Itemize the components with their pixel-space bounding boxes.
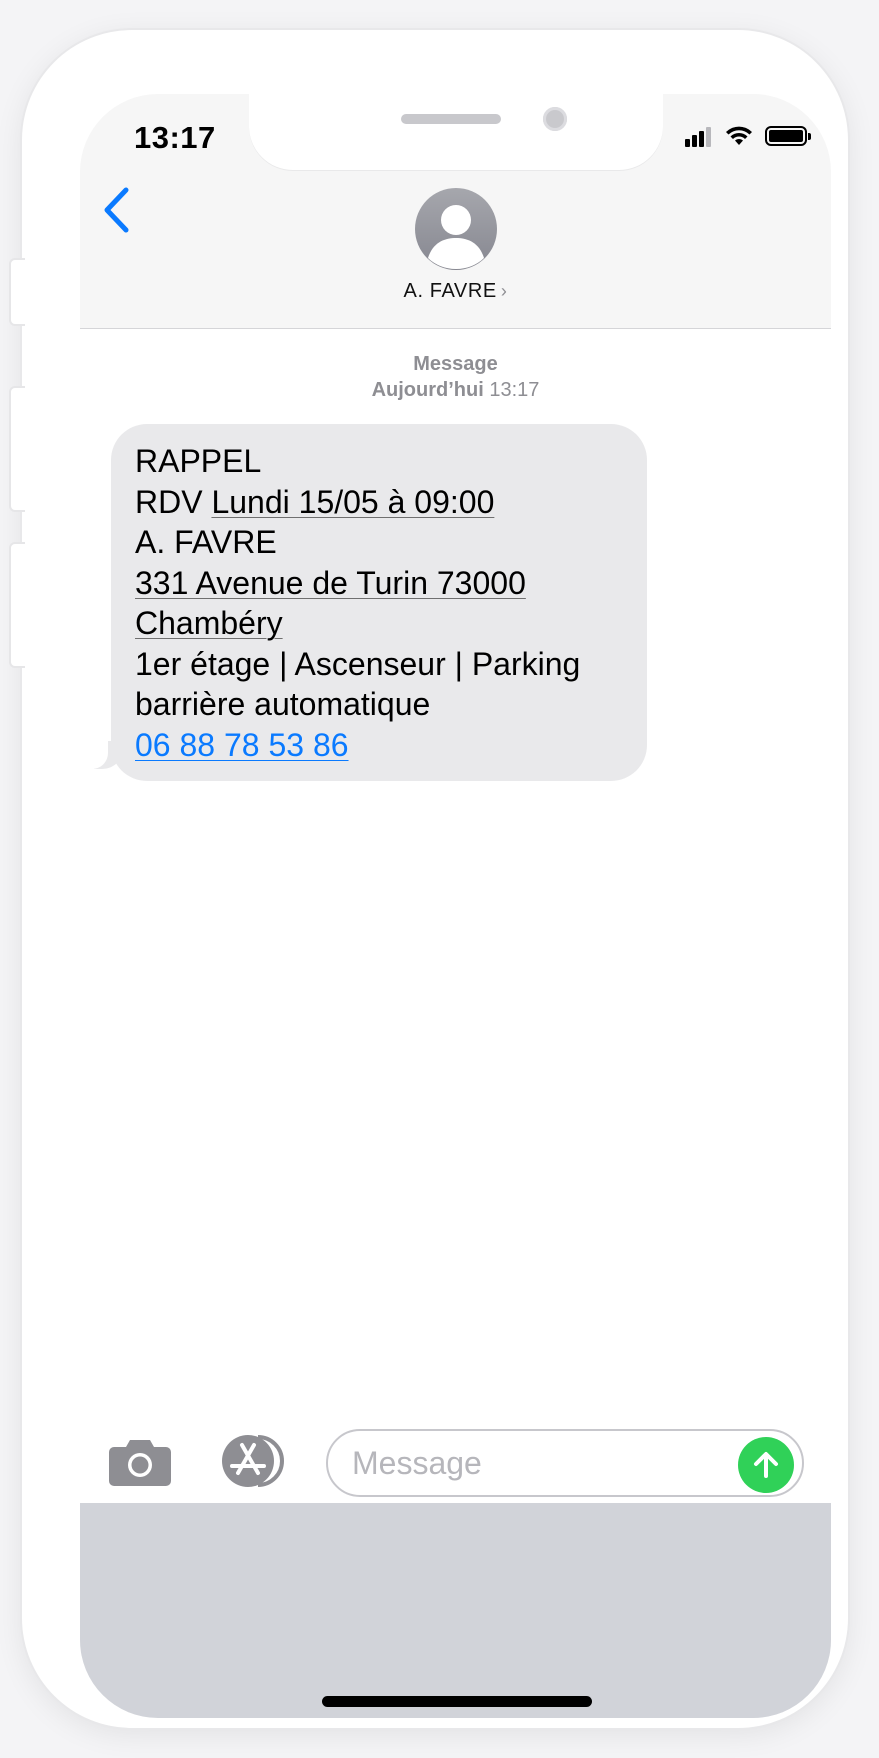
message-line-title: RAPPEL bbox=[135, 443, 262, 479]
status-icons bbox=[685, 124, 811, 148]
phone-frame: 13:17 A. FAVRE › Message Aujourd’hui 13:… bbox=[22, 30, 848, 1728]
message-input-bar bbox=[80, 1409, 831, 1503]
back-chevron-icon bbox=[104, 187, 129, 233]
address-link-line1[interactable]: 331 Avenue de Turin 73000 bbox=[135, 565, 526, 601]
message-line-city: Chambéry bbox=[135, 603, 623, 644]
home-indicator[interactable] bbox=[322, 1696, 592, 1707]
timestamp-day: Aujourd’hui bbox=[371, 379, 484, 401]
message-line-phone: 06 88 78 53 86 bbox=[135, 725, 623, 766]
status-bar: 13:17 bbox=[80, 94, 831, 174]
camera-button[interactable] bbox=[108, 1437, 172, 1487]
incoming-message-bubble[interactable]: RAPPEL RDV Lundi 15/05 à 09:00 A. FAVRE … bbox=[111, 424, 647, 781]
message-timestamp: Aujourd’hui 13:17 bbox=[80, 379, 831, 402]
conversation-area[interactable]: Message Aujourd’hui 13:17 RAPPEL RDV Lun… bbox=[80, 329, 831, 1409]
app-store-button[interactable] bbox=[218, 1433, 290, 1489]
notch bbox=[249, 94, 663, 170]
message-line-access: 1er étage | Ascenseur | Parking bbox=[135, 645, 581, 682]
volume-down-button bbox=[9, 542, 25, 668]
front-camera bbox=[543, 107, 567, 131]
timestamp-time: 13:17 bbox=[489, 379, 540, 401]
conversation-header: A. FAVRE › bbox=[80, 174, 831, 329]
battery-icon bbox=[765, 126, 811, 146]
speaker-grille bbox=[401, 114, 501, 124]
appointment-date-link[interactable]: Lundi 15/05 à 09:00 bbox=[211, 484, 494, 520]
message-appointment-prefix: RDV bbox=[135, 483, 212, 520]
status-time: 13:17 bbox=[134, 120, 216, 155]
contact-avatar-icon bbox=[428, 205, 484, 269]
send-button[interactable] bbox=[738, 1437, 794, 1493]
cellular-signal-icon bbox=[685, 125, 713, 147]
contact-name-button[interactable]: A. FAVRE › bbox=[80, 280, 831, 303]
message-line-appointment: RDV Lundi 15/05 à 09:00 bbox=[135, 482, 623, 523]
volume-up-button bbox=[9, 386, 25, 512]
message-input[interactable] bbox=[326, 1429, 804, 1497]
contact-name: A. FAVRE bbox=[403, 280, 497, 302]
message-line-parking: barrière automatique bbox=[135, 686, 431, 722]
message-line-address: 331 Avenue de Turin 73000 bbox=[135, 563, 623, 604]
phone-number-link[interactable]: 06 88 78 53 86 bbox=[135, 727, 349, 763]
app-store-icon bbox=[222, 1435, 284, 1487]
back-button[interactable] bbox=[94, 180, 138, 240]
mute-switch bbox=[9, 258, 25, 326]
keyboard-area bbox=[80, 1503, 831, 1718]
wifi-icon bbox=[726, 126, 752, 145]
chevron-right-icon: › bbox=[500, 281, 508, 301]
phone-screen: 13:17 A. FAVRE › Message Aujourd’hui 13:… bbox=[80, 94, 831, 1718]
address-link-line2[interactable]: Chambéry bbox=[135, 605, 283, 641]
camera-icon bbox=[109, 1440, 171, 1486]
message-line-name: A. FAVRE bbox=[135, 524, 277, 560]
send-arrow-icon bbox=[754, 1452, 778, 1478]
contact-avatar[interactable] bbox=[415, 188, 497, 270]
service-label: Message bbox=[413, 353, 498, 375]
